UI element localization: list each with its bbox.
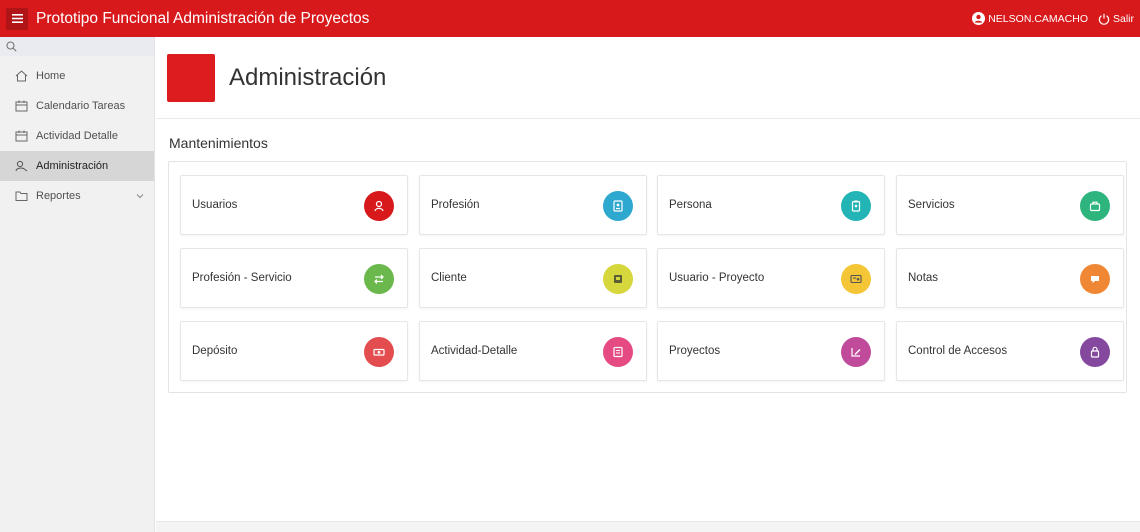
card-label: Actividad-Detalle xyxy=(431,345,518,357)
card-label: Servicios xyxy=(908,199,955,211)
user-menu[interactable]: NELSON.CAMACHO xyxy=(972,12,1088,25)
card-label: Notas xyxy=(908,272,939,284)
sidebar-item-label: Actividad Detalle xyxy=(36,130,118,142)
menu-toggle-button[interactable] xyxy=(6,7,28,30)
user-circle-icon xyxy=(972,12,986,25)
note-icon xyxy=(603,337,633,367)
card-label: Cliente xyxy=(431,272,467,284)
sidebar-item-actividad-detalle[interactable]: Actividad Detalle xyxy=(0,121,154,151)
card-deposito[interactable]: Depósito xyxy=(180,321,408,381)
card-actividad-detalle[interactable]: Actividad-Detalle xyxy=(419,321,647,381)
sidebar-item-administracion[interactable]: Administración xyxy=(0,151,154,181)
top-navigation-bar: Prototipo Funcional Administración de Pr… xyxy=(0,0,1140,37)
chevron-down-icon[interactable] xyxy=(136,190,144,202)
sidebar: Home Calendario Tareas Actividad Detalle… xyxy=(0,37,155,532)
card-profesion-servicio[interactable]: Profesión - Servicio xyxy=(180,248,408,308)
user-icon xyxy=(364,191,394,221)
card-persona[interactable]: Persona xyxy=(657,175,885,235)
calendar-icon xyxy=(14,99,28,113)
sidebar-item-label: Administración xyxy=(36,160,109,172)
card-control-de-accesos[interactable]: Control de Accesos xyxy=(896,321,1124,381)
footer xyxy=(156,521,1140,532)
clipboard-icon xyxy=(841,191,871,221)
user-key-icon xyxy=(14,159,28,173)
sidebar-item-label: Calendario Tareas xyxy=(36,100,126,112)
home-icon xyxy=(14,69,28,83)
section-title: Mantenimientos xyxy=(169,135,268,151)
search-icon xyxy=(6,41,17,52)
card-label: Depósito xyxy=(192,345,238,357)
user-card-icon xyxy=(841,264,871,294)
card-label: Profesión xyxy=(431,199,480,211)
card-label: Persona xyxy=(669,199,712,211)
sidebar-item-home[interactable]: Home xyxy=(0,61,154,91)
card-label: Proyectos xyxy=(669,345,721,357)
card-usuarios[interactable]: Usuarios xyxy=(180,175,408,235)
page-header-badge xyxy=(167,53,215,102)
main-content: Administración Mantenimientos Usuarios P… xyxy=(156,37,1140,532)
logout-label: Salir xyxy=(1112,12,1134,25)
card-label: Control de Accesos xyxy=(908,345,1008,357)
sidebar-search[interactable] xyxy=(0,37,154,56)
logout-link[interactable]: Salir xyxy=(1098,13,1134,25)
card-usuario-proyecto[interactable]: Usuario - Proyecto xyxy=(657,248,885,308)
power-icon xyxy=(1098,13,1110,25)
id-badge-icon xyxy=(603,191,633,221)
hamburger-icon xyxy=(11,14,23,23)
sidebar-item-label: Home xyxy=(36,70,66,82)
building-icon xyxy=(603,264,633,294)
app-title[interactable]: Prototipo Funcional Administración de Pr… xyxy=(36,10,369,28)
card-notas[interactable]: Notas xyxy=(896,248,1124,308)
card-label: Profesión - Servicio xyxy=(192,272,292,284)
username-label: NELSON.CAMACHO xyxy=(988,12,1088,25)
sidebar-item-label: Reportes xyxy=(36,190,81,202)
calendar-icon xyxy=(14,129,28,143)
card-label: Usuarios xyxy=(192,199,238,211)
edit-icon xyxy=(841,337,871,367)
page-title: Administración xyxy=(229,63,387,91)
money-icon xyxy=(364,337,394,367)
lock-icon xyxy=(1080,337,1110,367)
card-cliente[interactable]: Cliente xyxy=(419,248,647,308)
maintenance-cards-region: Usuarios Profesión Persona Servicios Pro… xyxy=(168,161,1127,393)
card-proyectos[interactable]: Proyectos xyxy=(657,321,885,381)
card-servicios[interactable]: Servicios xyxy=(896,175,1124,235)
folder-icon xyxy=(14,189,28,203)
swap-icon xyxy=(364,264,394,294)
card-label: Usuario - Proyecto xyxy=(669,272,765,284)
sidebar-item-reportes[interactable]: Reportes xyxy=(0,181,154,211)
briefcase-icon xyxy=(1080,191,1110,221)
sidebar-item-calendario-tareas[interactable]: Calendario Tareas xyxy=(0,91,154,121)
chat-icon xyxy=(1080,264,1110,294)
page-header: Administración xyxy=(156,37,1140,119)
card-profesion[interactable]: Profesión xyxy=(419,175,647,235)
